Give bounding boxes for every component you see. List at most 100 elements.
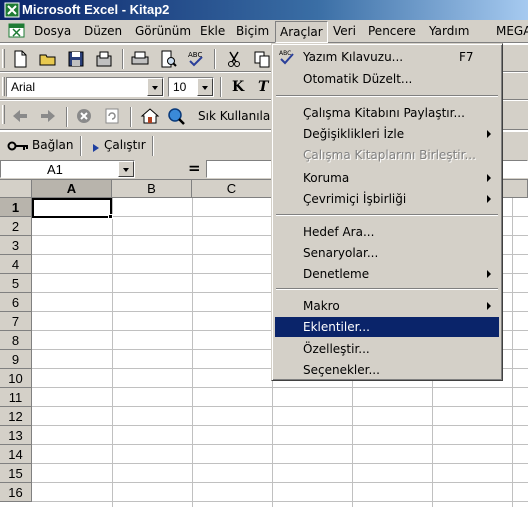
print-preview-icon[interactable] [158, 49, 178, 69]
stop-icon[interactable] [74, 106, 94, 126]
chevron-down-icon[interactable] [147, 78, 163, 96]
submenu-arrow-icon [487, 302, 491, 310]
svg-text:ABC: ABC [279, 50, 291, 57]
bold-button[interactable]: K [232, 79, 244, 95]
toolbar-separator [130, 107, 132, 127]
row-header[interactable]: 1 [0, 198, 32, 217]
menu-item-label: Koruma [303, 171, 350, 185]
menu-item-goal-seek[interactable]: Hedef Ara... [275, 222, 499, 242]
tools-menu: ABC Yazım Kılavuzu... F7 Otomatik Düzelt… [271, 43, 503, 381]
row-header[interactable]: 16 [0, 483, 32, 502]
column-header-a[interactable]: A [32, 180, 112, 198]
row-header[interactable]: 10 [0, 369, 32, 388]
active-cell-a1[interactable] [32, 198, 112, 218]
key-icon [7, 141, 28, 151]
row-header[interactable]: 14 [0, 445, 32, 464]
menu-item-share-workbook[interactable]: Çalışma Kitabını Paylaştır... [275, 103, 499, 123]
grid-line [32, 406, 528, 407]
menu-bicim[interactable]: Biçim [236, 24, 269, 38]
shortcut-label: F7 [459, 50, 474, 64]
column-header-b[interactable]: B [112, 180, 192, 198]
search-web-icon[interactable] [166, 106, 186, 126]
menu-item-customize[interactable]: Özelleştir... [275, 339, 499, 359]
column-header-c[interactable]: C [192, 180, 272, 198]
name-box[interactable]: A1 [0, 160, 135, 178]
row-header[interactable]: 8 [0, 331, 32, 350]
chevron-down-icon[interactable] [118, 161, 134, 177]
grid-line [32, 482, 528, 483]
home-icon[interactable] [140, 106, 160, 126]
connect-button[interactable]: Bağlan [32, 138, 74, 152]
toolbar-grip[interactable] [2, 105, 5, 124]
favorites-button[interactable]: Sık Kullanılar [198, 109, 275, 123]
grid-line [32, 425, 528, 426]
menu-yardim[interactable]: Yardım [429, 24, 469, 38]
row-header[interactable]: 15 [0, 464, 32, 483]
forward-arrow-icon[interactable] [38, 106, 58, 126]
menu-item-autocorrect[interactable]: Otomatik Düzelt... [275, 69, 499, 89]
new-document-icon[interactable] [10, 49, 30, 69]
submenu-arrow-icon [487, 130, 491, 138]
menu-veri[interactable]: Veri [333, 24, 356, 38]
menu-separator [276, 214, 498, 216]
print-icon[interactable] [130, 49, 150, 69]
menu-mega[interactable]: MEGA [496, 24, 528, 38]
row-header[interactable]: 2 [0, 217, 32, 236]
toolbar-separator [66, 107, 68, 127]
font-size-select[interactable]: 10 [168, 77, 214, 97]
row-header[interactable]: 12 [0, 407, 32, 426]
submenu-arrow-icon [487, 195, 491, 203]
menu-dosya[interactable]: Dosya [34, 24, 71, 38]
menu-item-options[interactable]: Seçenekler... [275, 360, 499, 380]
spellcheck-icon: ABC [279, 50, 294, 65]
font-name-select[interactable]: Arial [6, 77, 164, 97]
menu-item-protection[interactable]: Koruma [275, 168, 499, 188]
spellcheck-icon[interactable]: ABC [186, 49, 206, 69]
menu-ekle[interactable]: Ekle [200, 24, 225, 38]
row-header[interactable]: 13 [0, 426, 32, 445]
menu-item-addins[interactable]: Eklentiler... [275, 317, 499, 337]
row-header[interactable]: 9 [0, 350, 32, 369]
toolbar-grip[interactable] [2, 77, 5, 96]
copy-icon[interactable] [252, 49, 272, 69]
chevron-down-icon[interactable] [197, 78, 213, 96]
font-size-value: 10 [173, 80, 187, 94]
menu-pencere[interactable]: Pencere [368, 24, 416, 38]
workbook-icon[interactable] [8, 23, 26, 39]
menu-item-online-collaboration[interactable]: Çevrimiçi İşbirliği [275, 189, 499, 209]
back-arrow-icon[interactable] [10, 106, 30, 126]
toolbar-separator [214, 49, 216, 69]
row-header[interactable]: 5 [0, 274, 32, 293]
row-header[interactable]: 3 [0, 236, 32, 255]
menu-item-label: Senaryolar... [303, 246, 379, 260]
row-header[interactable]: 11 [0, 388, 32, 407]
menu-duzen[interactable]: Düzen [84, 24, 122, 38]
menu-item-spelling[interactable]: ABC Yazım Kılavuzu... F7 [275, 47, 499, 67]
select-all-corner[interactable] [0, 180, 32, 198]
menu-item-label: Özelleştir... [303, 342, 370, 356]
menu-item-label: Eklentiler... [303, 320, 370, 334]
italic-button[interactable]: T [258, 79, 268, 95]
open-folder-icon[interactable] [38, 49, 58, 69]
menu-item-macro[interactable]: Makro [275, 296, 499, 316]
equals-button[interactable]: = [188, 159, 201, 177]
menu-item-scenarios[interactable]: Senaryolar... [275, 243, 499, 263]
row-header[interactable]: 6 [0, 293, 32, 312]
window-title: Microsoft Excel - Kitap2 [22, 2, 170, 17]
menu-item-auditing[interactable]: Denetleme [275, 264, 499, 284]
menu-item-label: Denetleme [303, 267, 370, 281]
run-button[interactable]: Çalıştır [104, 138, 146, 152]
excel-icon [4, 2, 20, 18]
toolbar-grip[interactable] [2, 49, 5, 68]
permission-icon[interactable] [94, 49, 114, 69]
row-header[interactable]: 7 [0, 312, 32, 331]
menu-item-track-changes[interactable]: Değişiklikleri İzle [275, 124, 499, 144]
menu-araclar[interactable]: Araçlar [275, 21, 328, 43]
save-icon[interactable] [66, 49, 86, 69]
refresh-icon[interactable] [102, 106, 122, 126]
menu-gorunum[interactable]: Görünüm [135, 24, 191, 38]
menu-separator [276, 288, 498, 290]
fill-handle[interactable] [108, 214, 113, 219]
cut-icon[interactable] [224, 49, 244, 69]
row-header[interactable]: 4 [0, 255, 32, 274]
